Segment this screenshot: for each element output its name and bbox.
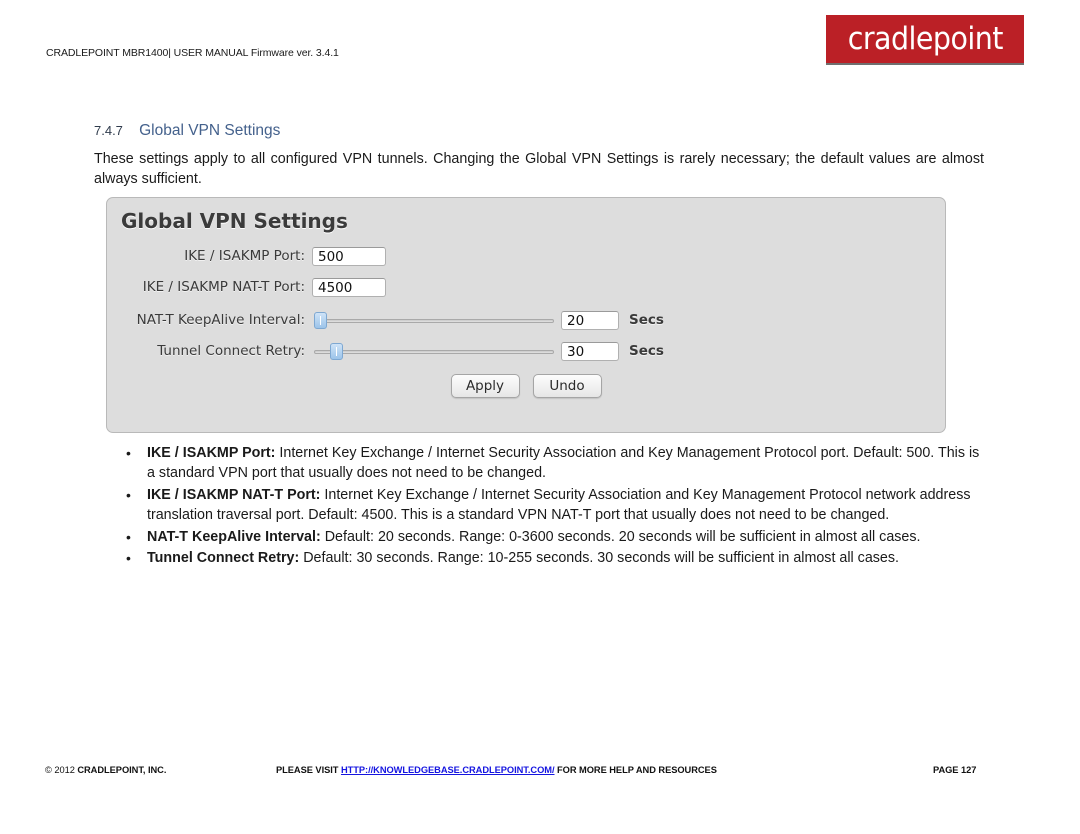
list-item: • IKE / ISAKMP Port: Internet Key Exchan… [118,443,984,484]
footer-suffix: FOR MORE HELP AND RESOURCES [554,765,717,775]
form-row-ike-isakmp-natt-port: IKE / ISAKMP NAT-T Port: 4500 [107,276,945,298]
bullet-marker: • [126,550,131,567]
tunnel-connect-retry-label: Tunnel Connect Retry: [157,343,305,359]
ike-isakmp-port-input[interactable]: 500 [312,246,386,266]
footer-page-number: PAGE 127 [933,765,977,775]
cradlepoint-logo-text: cradlepoint [847,21,1003,57]
list-item-term: Tunnel Connect Retry: [147,550,300,567]
section-heading: 7.4.7 Global VPN Settings [94,122,280,140]
form-row-natt-keepalive-interval: NAT-T KeepAlive Interval: 20 Secs [107,309,945,331]
slider-handle[interactable] [314,312,327,329]
slider-handle[interactable] [330,343,343,360]
list-item-term: NAT-T KeepAlive Interval: [147,528,321,545]
panel-button-row: Apply Undo [107,374,945,398]
cradlepoint-logo: cradlepoint [826,15,1024,65]
knowledgebase-link[interactable]: HTTP://KNOWLEDGEBASE.CRADLEPOINT.COM/ [341,765,555,775]
ike-isakmp-natt-port-label: IKE / ISAKMP NAT-T Port: [142,279,305,295]
natt-keepalive-interval-unit: Secs [629,312,664,328]
natt-keepalive-interval-slider[interactable] [314,311,554,329]
slider-track[interactable] [314,350,554,354]
page-footer: © 2012 CRADLEPOINT, INC. PLEASE VISIT HT… [0,763,1080,783]
list-item: • IKE / ISAKMP NAT-T Port: Internet Key … [118,485,984,526]
list-item-text: Default: 20 seconds. Range: 0-3600 secon… [320,528,921,545]
footer-copyright-company: CRADLEPOINT, INC. [77,765,167,775]
section-title: Global VPN Settings [139,122,281,139]
form-row-ike-isakmp-port: IKE / ISAKMP Port: 500 [107,245,945,267]
footer-help-text: PLEASE VISIT HTTP://KNOWLEDGEBASE.CRADLE… [276,765,717,775]
tunnel-connect-retry-unit: Secs [629,343,664,359]
bullet-marker: • [126,528,131,545]
list-item-term: IKE / ISAKMP Port: [147,445,276,461]
page-header: CRADLEPOINT MBR1400| USER MANUAL Firmwar… [0,0,1080,95]
list-item-text: Default: 30 seconds. Range: 10-255 secon… [299,550,900,567]
undo-button[interactable]: Undo [532,374,602,398]
bullet-marker: • [126,486,131,503]
global-vpn-settings-panel: Global VPN Settings IKE / ISAKMP Port: 5… [106,197,946,433]
panel-title: Global VPN Settings [121,209,348,233]
list-item: • Tunnel Connect Retry: Default: 30 seco… [118,548,984,568]
footer-copyright-year: © 2012 [45,765,78,775]
list-item: • NAT-T KeepAlive Interval: Default: 20 … [118,527,984,547]
form-row-tunnel-connect-retry: Tunnel Connect Retry: 30 Secs [107,340,945,362]
document-header-title: CRADLEPOINT MBR1400| USER MANUAL Firmwar… [46,47,339,59]
tunnel-connect-retry-input[interactable]: 30 [561,341,619,361]
footer-prefix: PLEASE VISIT [276,765,341,775]
slider-track[interactable] [314,319,554,323]
ike-isakmp-port-label: IKE / ISAKMP Port: [184,248,305,264]
natt-keepalive-interval-input[interactable]: 20 [561,310,619,330]
list-item-term: IKE / ISAKMP NAT-T Port: [147,486,321,503]
settings-description-list: • IKE / ISAKMP Port: Internet Key Exchan… [118,443,984,569]
bullet-marker: • [126,445,131,461]
footer-copyright: © 2012 CRADLEPOINT, INC. [45,765,166,775]
intro-paragraph: These settings apply to all configured V… [94,151,984,187]
ike-isakmp-natt-port-input[interactable]: 4500 [312,277,386,297]
apply-button[interactable]: Apply [450,374,520,398]
natt-keepalive-interval-label: NAT-T KeepAlive Interval: [136,312,305,328]
section-number: 7.4.7 [94,123,123,138]
tunnel-connect-retry-slider[interactable] [314,342,554,360]
